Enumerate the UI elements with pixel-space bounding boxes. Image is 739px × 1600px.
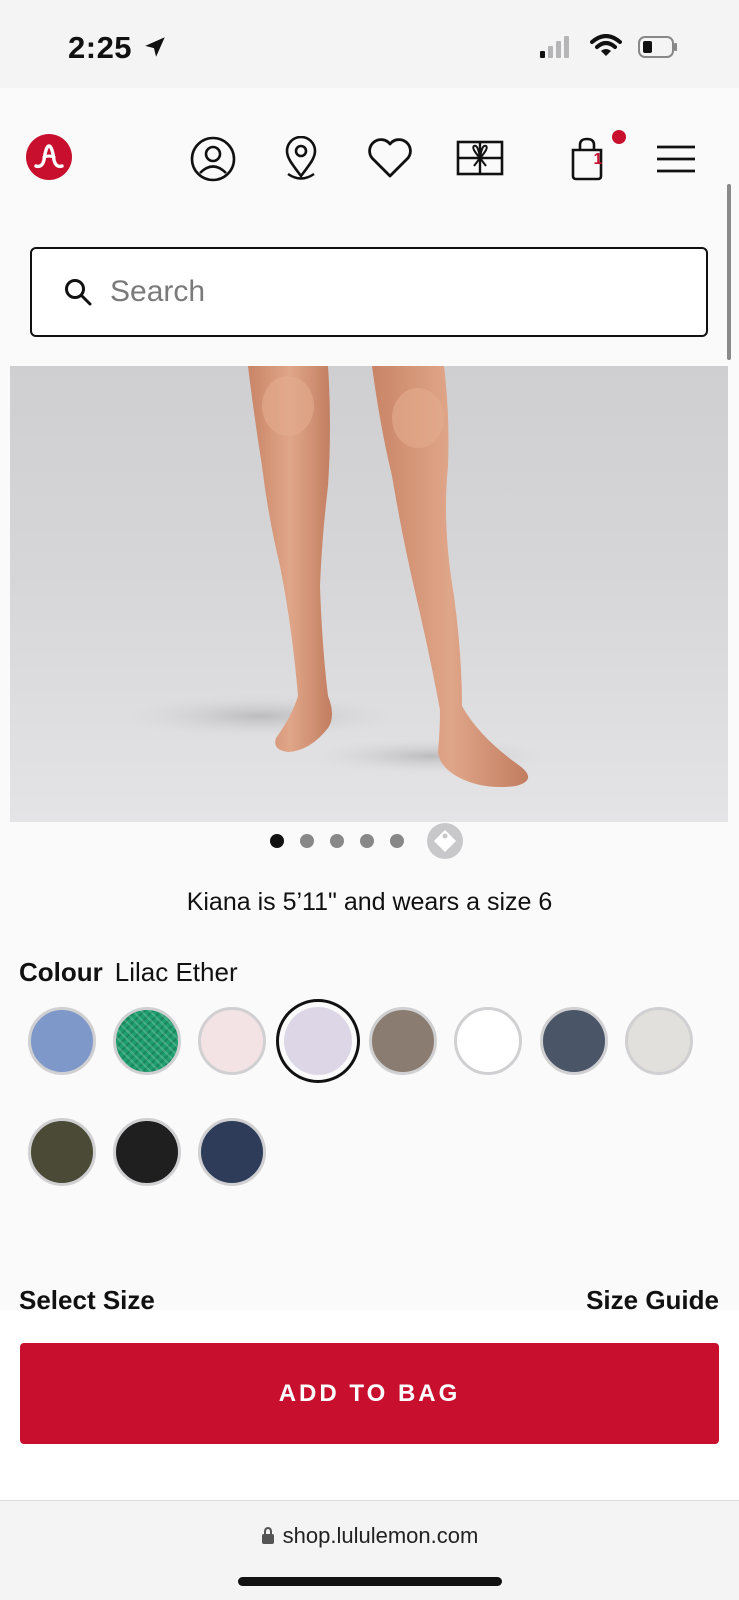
wishlist-heart-icon[interactable] bbox=[366, 136, 414, 185]
colour-swatch[interactable] bbox=[198, 1118, 266, 1186]
url-display[interactable]: shop.lululemon.com bbox=[0, 1523, 739, 1551]
product-image[interactable] bbox=[10, 366, 728, 822]
battery-icon bbox=[638, 36, 678, 63]
colour-heading: Colour Lilac Ether bbox=[19, 957, 238, 988]
carousel-dot[interactable] bbox=[390, 834, 404, 848]
colour-swatch[interactable] bbox=[625, 1007, 693, 1075]
account-icon[interactable] bbox=[190, 136, 236, 187]
colour-swatch[interactable] bbox=[454, 1007, 522, 1075]
colour-label: Colour bbox=[19, 957, 103, 987]
colour-swatch[interactable] bbox=[540, 1007, 608, 1075]
shop-the-look-tag-icon[interactable] bbox=[426, 822, 464, 865]
bag-count: 1 bbox=[593, 151, 603, 168]
colour-swatch[interactable] bbox=[28, 1007, 96, 1075]
home-indicator[interactable] bbox=[238, 1577, 502, 1586]
browser-address-bar[interactable]: shop.lululemon.com bbox=[0, 1500, 739, 1600]
selected-colour-name: Lilac Ether bbox=[114, 957, 238, 987]
search-icon bbox=[64, 278, 92, 306]
page-scrollbar[interactable] bbox=[727, 184, 731, 360]
carousel-dot[interactable] bbox=[330, 834, 344, 848]
add-to-bag-bar: ADD TO BAG bbox=[0, 1310, 739, 1500]
location-arrow-icon bbox=[142, 34, 168, 65]
cellular-signal-icon bbox=[540, 36, 570, 63]
wifi-icon bbox=[590, 34, 622, 63]
gift-card-icon[interactable] bbox=[456, 136, 504, 185]
colour-swatch[interactable] bbox=[113, 1118, 181, 1186]
search-input[interactable] bbox=[110, 275, 670, 309]
colour-swatch[interactable] bbox=[276, 999, 360, 1083]
colour-swatch[interactable] bbox=[198, 1007, 266, 1075]
url-text: shop.lululemon.com bbox=[282, 1523, 479, 1548]
status-clock: 2:25 bbox=[68, 30, 133, 65]
lock-icon bbox=[261, 1525, 275, 1551]
carousel-pagination bbox=[0, 822, 739, 860]
status-bar: 2:25 bbox=[0, 0, 739, 88]
colour-swatch[interactable] bbox=[28, 1118, 96, 1186]
bag-notification-dot bbox=[612, 130, 626, 144]
carousel-dot[interactable] bbox=[300, 834, 314, 848]
store-locator-icon[interactable] bbox=[282, 135, 320, 187]
colour-swatch[interactable] bbox=[369, 1007, 437, 1075]
add-to-bag-button[interactable]: ADD TO BAG bbox=[20, 1343, 719, 1444]
carousel-dot[interactable] bbox=[270, 834, 284, 848]
lululemon-logo-icon[interactable] bbox=[26, 134, 72, 185]
search-box[interactable] bbox=[30, 247, 708, 337]
menu-icon[interactable] bbox=[656, 144, 696, 179]
carousel-dot[interactable] bbox=[360, 834, 374, 848]
product-page: 1 Search Kiana is 5’11" and wears a size… bbox=[0, 88, 739, 1500]
model-size-caption: Kiana is 5’11" and wears a size 6 bbox=[186, 888, 553, 916]
site-header: 1 bbox=[0, 88, 739, 238]
colour-swatch[interactable] bbox=[113, 1007, 181, 1075]
